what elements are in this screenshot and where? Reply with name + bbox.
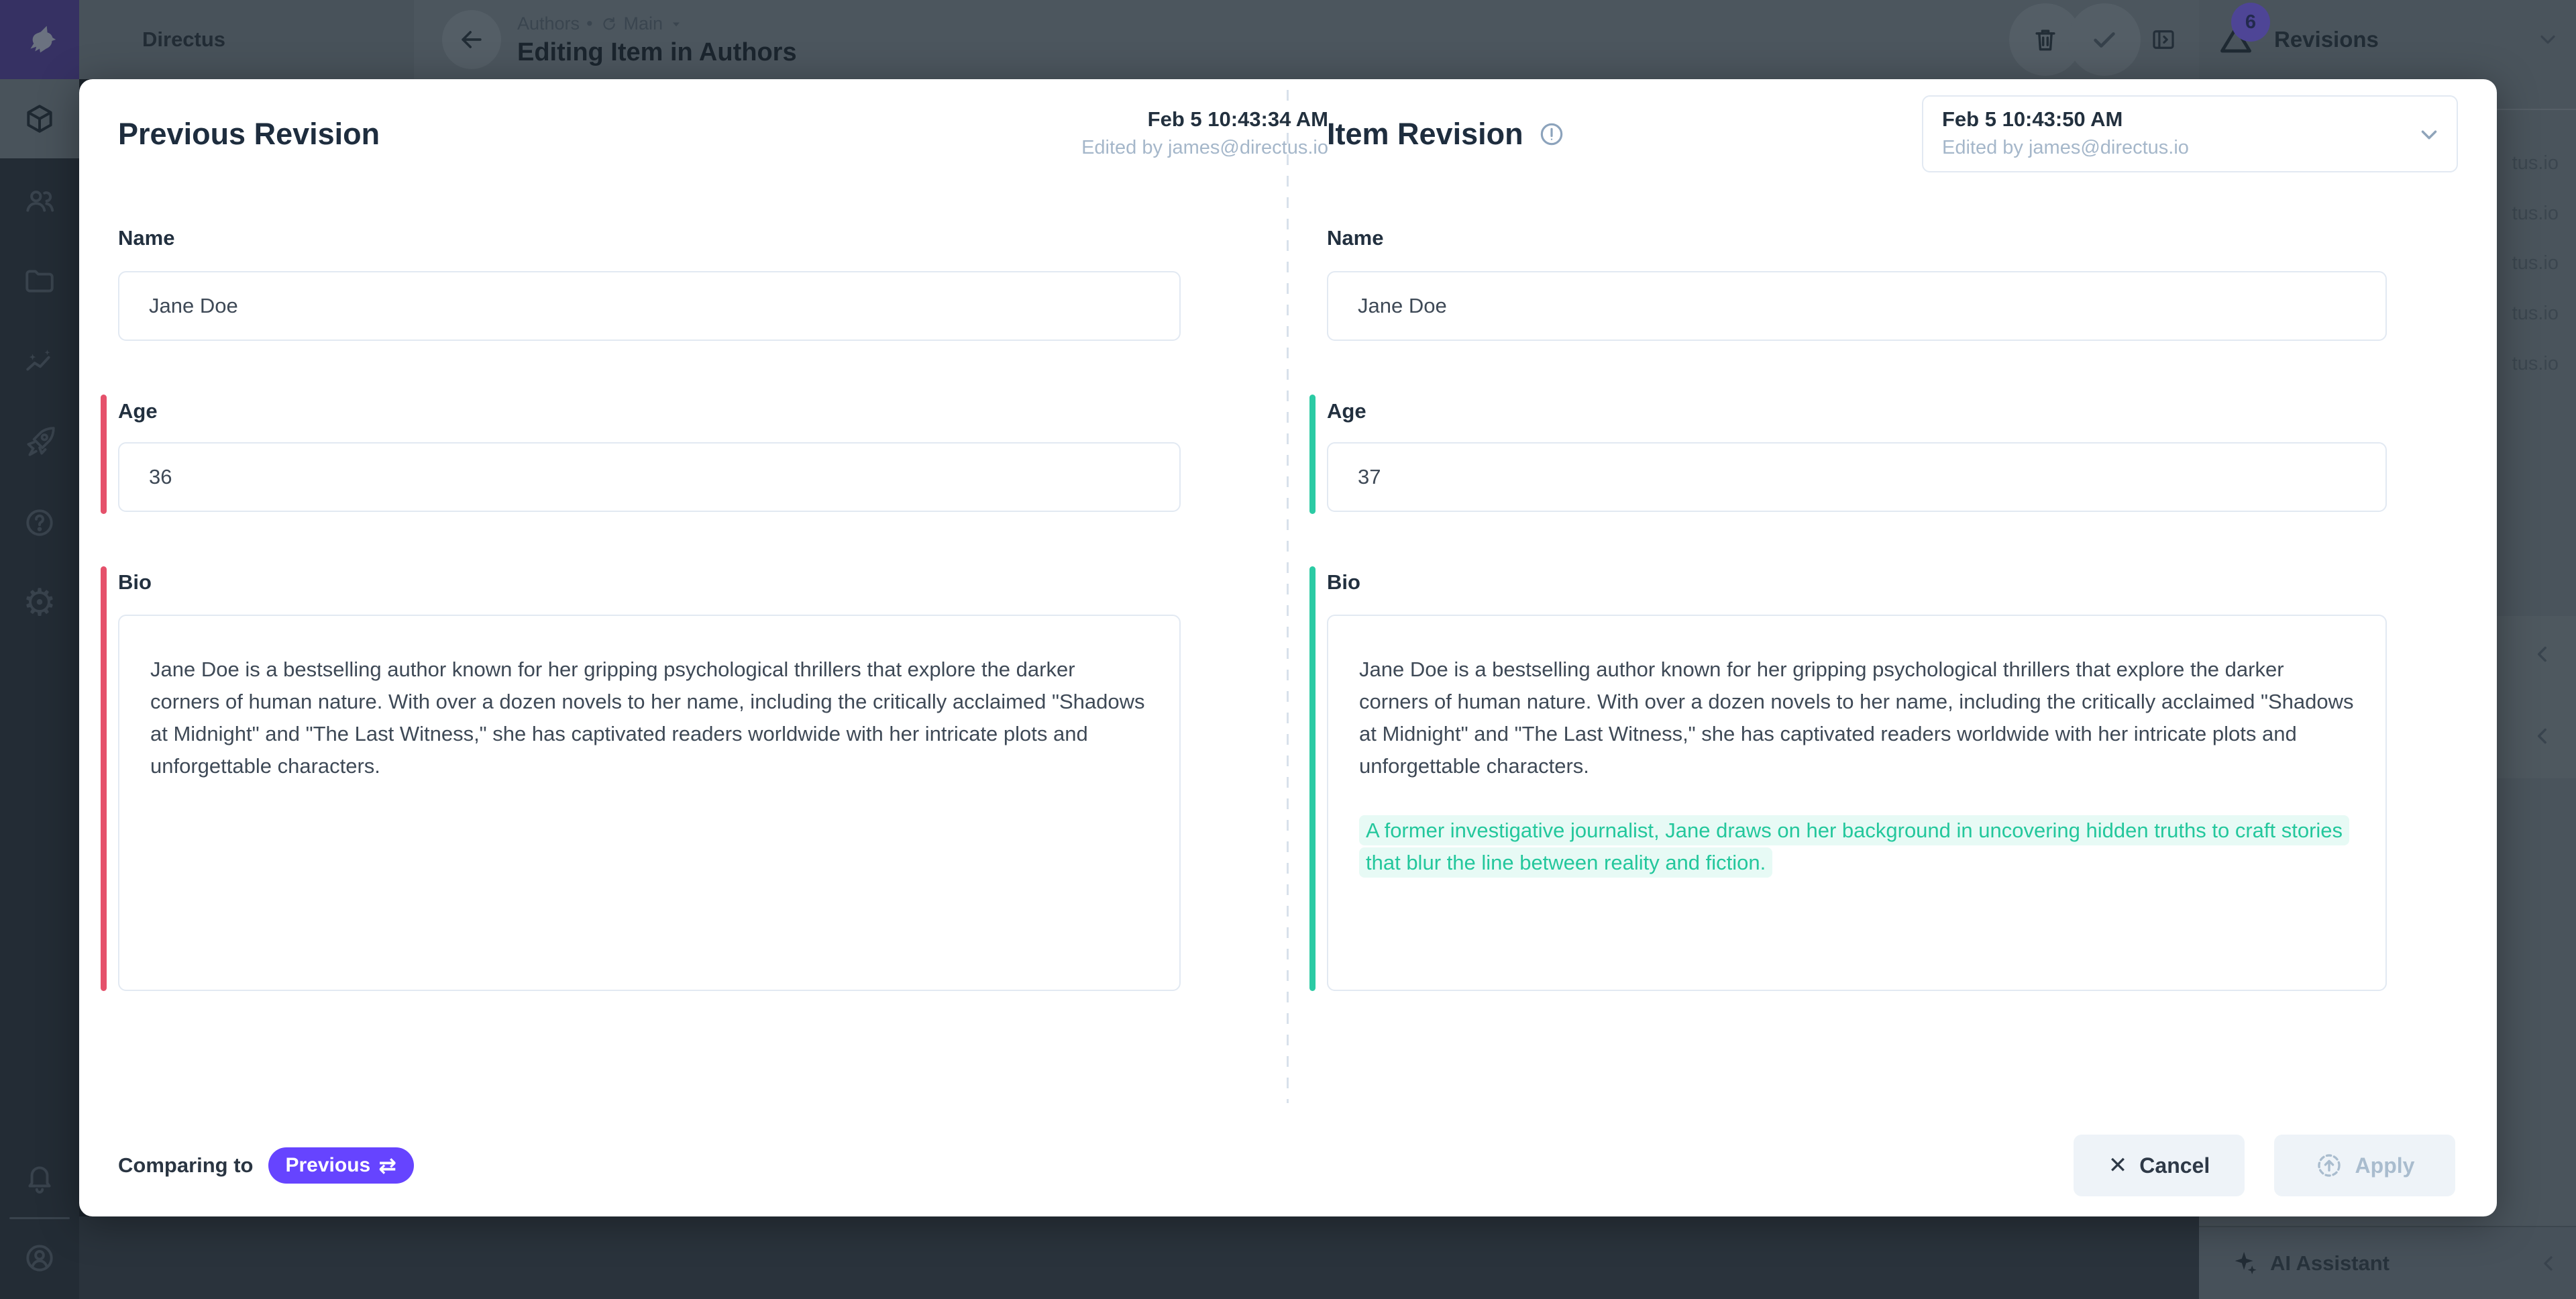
- module-users[interactable]: [0, 161, 79, 240]
- cancel-button[interactable]: ✕ Cancel: [2074, 1135, 2245, 1196]
- previous-revision-edited-by: Edited by james@directus.io: [1081, 137, 1328, 159]
- comparison-target-label: Previous: [286, 1154, 371, 1177]
- selected-revision-edited-by: Edited by james@directus.io: [1942, 137, 2408, 159]
- info-icon[interactable]: [1538, 121, 1565, 148]
- revision-item-fragment[interactable]: tus.io: [2512, 303, 2559, 325]
- age-label: Age: [1327, 399, 1366, 423]
- revision-selector-dropdown[interactable]: Feb 5 10:43:50 AM Edited by james@direct…: [1922, 95, 2458, 172]
- comparing-to-group: Comparing to Previous ⇄: [118, 1147, 414, 1184]
- revisions-count-badge: 6: [2231, 3, 2270, 42]
- changed-indicator-bar: [101, 395, 107, 514]
- comparing-to-label: Comparing to: [118, 1153, 254, 1178]
- collapse-section-icon[interactable]: [2530, 641, 2556, 667]
- nav-header: Directus: [79, 0, 414, 79]
- bio-label: Bio: [118, 570, 152, 594]
- page-title: Editing Item in Authors: [517, 38, 797, 67]
- module-help[interactable]: [0, 483, 79, 562]
- revisions-label: Revisions: [2274, 27, 2379, 52]
- breadcrumb: Authors • Main Editing Item in Authors: [517, 13, 797, 67]
- bell-icon: [23, 1161, 56, 1194]
- item-revision-title: Item Revision: [1327, 117, 1523, 152]
- module-bar: ⚙: [0, 79, 79, 1299]
- panel-divider: [1287, 90, 1289, 1103]
- name-input[interactable]: Jane Doe: [1327, 271, 2387, 341]
- user-menu-button[interactable]: [0, 1218, 79, 1298]
- revision-item-fragment[interactable]: tus.io: [2512, 152, 2559, 174]
- bio-textarea[interactable]: Jane Doe is a bestselling author known f…: [118, 615, 1181, 991]
- module-settings[interactable]: ⚙: [0, 564, 79, 643]
- revision-item-fragment[interactable]: tus.io: [2512, 203, 2559, 225]
- sparkle-icon: [2230, 1248, 2261, 1279]
- box-icon: [23, 102, 56, 136]
- apply-button[interactable]: Apply: [2274, 1135, 2455, 1196]
- bio-label: Bio: [1327, 570, 1360, 594]
- screen: Directus Authors • Main Editing Item in …: [0, 0, 2576, 1299]
- bio-text: Jane Doe is a bestselling author known f…: [1359, 654, 2355, 782]
- selected-revision-timestamp: Feb 5 10:43:50 AM: [1942, 107, 2408, 132]
- module-rocket[interactable]: [0, 403, 79, 482]
- ai-assistant-label: AI Assistant: [2270, 1251, 2390, 1276]
- age-input[interactable]: 37: [1327, 442, 2387, 512]
- previous-revision-timestamp: Feb 5 10:43:34 AM: [1081, 107, 1328, 132]
- name-label: Name: [118, 226, 174, 250]
- help-icon: [23, 506, 56, 539]
- previous-revision-title: Previous Revision: [118, 117, 380, 152]
- notifications-button[interactable]: [0, 1138, 79, 1217]
- previous-revision-header: Previous Revision: [118, 117, 380, 152]
- ai-assistant-section[interactable]: AI Assistant: [2199, 1226, 2576, 1299]
- module-files[interactable]: [0, 242, 79, 321]
- previous-revision-meta: Feb 5 10:43:34 AM Edited by james@direct…: [1081, 107, 1328, 159]
- revision-item-fragment[interactable]: tus.io: [2512, 353, 2559, 375]
- breadcrumb-version[interactable]: Main: [624, 13, 663, 34]
- sidebar-header[interactable]: 6 Revisions: [2199, 0, 2576, 79]
- avatar-icon: [23, 1241, 56, 1275]
- chevron-down-icon: [669, 17, 683, 31]
- chevron-left-icon[interactable]: [2537, 1251, 2561, 1276]
- close-icon: ✕: [2108, 1152, 2128, 1179]
- changed-indicator-bar: [1309, 395, 1316, 514]
- swap-icon: ⇄: [378, 1155, 396, 1176]
- insights-icon: [23, 345, 56, 378]
- module-insights[interactable]: [0, 322, 79, 401]
- module-content[interactable]: [0, 79, 79, 158]
- breadcrumb-collection[interactable]: Authors: [517, 13, 580, 34]
- app-title: Directus: [142, 28, 225, 52]
- collapse-section-icon[interactable]: [2530, 723, 2556, 749]
- trash-icon: [2031, 25, 2060, 54]
- revisions-icon: 6: [2216, 20, 2255, 59]
- item-revision-header: Item Revision: [1327, 117, 1565, 152]
- version-icon: [600, 15, 617, 33]
- users-icon: [23, 184, 56, 217]
- panel-right-icon: [2149, 25, 2178, 54]
- cancel-label: Cancel: [2139, 1153, 2210, 1178]
- apply-label: Apply: [2355, 1153, 2415, 1178]
- age-input[interactable]: 36: [118, 442, 1181, 512]
- revision-item-fragment[interactable]: tus.io: [2512, 252, 2559, 274]
- check-icon: [2089, 24, 2120, 55]
- bio-added-text: A former investigative journalist, Jane …: [1359, 815, 2349, 878]
- comparison-target-button[interactable]: Previous ⇄: [268, 1147, 415, 1184]
- chevron-down-icon: [2416, 122, 2442, 148]
- directus-logo[interactable]: [0, 0, 79, 79]
- name-input[interactable]: Jane Doe: [118, 271, 1181, 341]
- name-label: Name: [1327, 226, 1383, 250]
- bio-text: Jane Doe is a bestselling author known f…: [150, 654, 1148, 782]
- changed-indicator-bar: [1309, 566, 1316, 991]
- bio-textarea[interactable]: Jane Doe is a bestselling author known f…: [1327, 615, 2387, 991]
- breadcrumb-separator: •: [586, 13, 592, 34]
- chevron-down-icon[interactable]: [2536, 28, 2560, 52]
- apply-upload-icon: [2315, 1151, 2343, 1180]
- folder-icon: [23, 264, 56, 298]
- age-label: Age: [118, 399, 158, 423]
- content-area-dimmed: [79, 1216, 2199, 1299]
- revision-compare-dialog: Previous Revision Feb 5 10:43:34 AM Edit…: [79, 79, 2497, 1216]
- rocket-icon: [23, 425, 56, 459]
- back-button[interactable]: [442, 10, 501, 69]
- gear-icon: ⚙: [23, 584, 56, 622]
- toggle-right-panel-button[interactable]: [2127, 3, 2200, 76]
- sidebar-divider: [2497, 109, 2576, 110]
- changed-indicator-bar: [101, 566, 107, 991]
